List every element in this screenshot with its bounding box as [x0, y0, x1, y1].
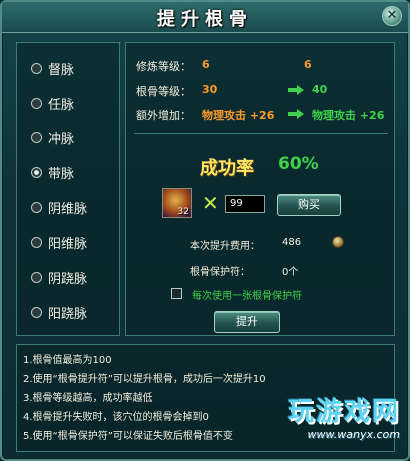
title-bar[interactable]: 提升根骨 ✕	[2, 2, 408, 33]
use-protect-charm-checkbox[interactable]	[171, 288, 182, 299]
radio-icon[interactable]	[31, 306, 42, 318]
bone-level-label: 根骨等级：	[136, 85, 191, 98]
note-line: 4.根骨提升失败时，该穴位的根骨会掉到0	[23, 412, 209, 423]
meridian-item-du[interactable]: 督脉	[31, 58, 74, 78]
meridian-item-dai[interactable]: 带脉	[31, 162, 74, 182]
note-line: 3.根骨等级越高，成功率越低	[23, 393, 153, 404]
arrow-right-icon	[288, 85, 304, 95]
radio-icon[interactable]	[31, 201, 42, 213]
radio-icon[interactable]	[31, 97, 42, 109]
meridian-label: 督脉	[48, 62, 75, 78]
meridian-label: 带脉	[48, 166, 75, 182]
bone-charm-item-icon[interactable]: 32	[162, 188, 192, 218]
cultivation-level-next: 6	[304, 58, 312, 71]
extra-bonus-next: 物理攻击 +26	[312, 109, 385, 122]
note-line: 1.根骨值最高为100	[23, 355, 112, 366]
meridian-item-yangqiao[interactable]: 阳跷脉	[31, 302, 87, 322]
site-watermark: 玩游戏网 www.wanyx.com	[288, 391, 400, 441]
window-title: 提升根骨	[157, 9, 253, 30]
meridian-item-yinwei[interactable]: 阴维脉	[31, 197, 87, 217]
radio-icon[interactable]	[31, 271, 42, 283]
meridian-label: 阴跷脉	[48, 271, 88, 287]
enhance-panel: 修炼等级： 6 6 根骨等级： 30 40 额外增加： 物理攻击 +26 物理攻…	[125, 42, 395, 336]
cost-label: 本次提升费用：	[190, 241, 260, 252]
close-icon[interactable]: ✕	[382, 6, 402, 26]
protect-charm-label: 根骨保护符：	[190, 267, 250, 278]
radio-icon[interactable]	[31, 236, 42, 248]
meridian-label: 阳维脉	[48, 236, 88, 252]
use-protect-charm-label[interactable]: 每次使用一张根骨保护符	[192, 287, 302, 302]
promote-button[interactable]: 提升	[214, 311, 280, 333]
buy-button[interactable]: 购买	[277, 194, 341, 216]
quantity-input[interactable]: 99	[225, 195, 265, 213]
item-count: 32	[177, 207, 189, 217]
radio-icon[interactable]	[31, 131, 42, 143]
meridian-item-chong[interactable]: 冲脉	[31, 127, 74, 147]
extra-bonus-label: 额外增加：	[136, 109, 191, 122]
meridian-item-yangwei[interactable]: 阳维脉	[31, 232, 87, 252]
bone-level-current: 30	[202, 83, 218, 96]
success-rate-value: 60%	[278, 154, 319, 174]
note-line: 2.使用“根骨提升符”可以提升根骨，成功后一次提升10	[23, 374, 266, 385]
extra-bonus-current: 物理攻击 +26	[202, 109, 275, 122]
cost-value: 486	[282, 237, 302, 248]
meridian-label: 任脉	[48, 97, 75, 113]
enhance-bone-window: 提升根骨 ✕ 督脉 任脉 冲脉 带脉 阴维脉 阳维脉 阴跷脉 阳跷脉 修炼等级：…	[0, 0, 410, 461]
cultivation-level-label: 修炼等级：	[136, 60, 191, 73]
meridian-label: 冲脉	[48, 131, 75, 147]
times-icon: ✕	[202, 191, 219, 215]
bone-level-next: 40	[312, 83, 328, 96]
meridian-list: 督脉 任脉 冲脉 带脉 阴维脉 阳维脉 阴跷脉 阳跷脉	[16, 42, 120, 336]
radio-icon-selected[interactable]	[31, 166, 42, 178]
protect-charm-count: 0个	[282, 267, 299, 278]
cultivation-level-current: 6	[202, 58, 210, 71]
watermark-logo: 玩游戏网	[287, 397, 400, 427]
arrow-right-icon	[288, 109, 304, 119]
radio-icon[interactable]	[31, 62, 42, 74]
meridian-item-ren[interactable]: 任脉	[31, 93, 74, 113]
meridian-label: 阴维脉	[48, 201, 88, 217]
coin-icon	[332, 236, 344, 248]
meridian-label: 阳跷脉	[48, 306, 88, 322]
success-rate-label: 成功率	[200, 158, 254, 179]
meridian-item-yinqiao[interactable]: 阴跷脉	[31, 267, 87, 287]
watermark-url: www.wanyx.com	[307, 428, 400, 441]
divider	[134, 133, 388, 134]
note-line: 5.使用“根骨保护符”可以保证失败后根骨值不变	[23, 431, 233, 442]
